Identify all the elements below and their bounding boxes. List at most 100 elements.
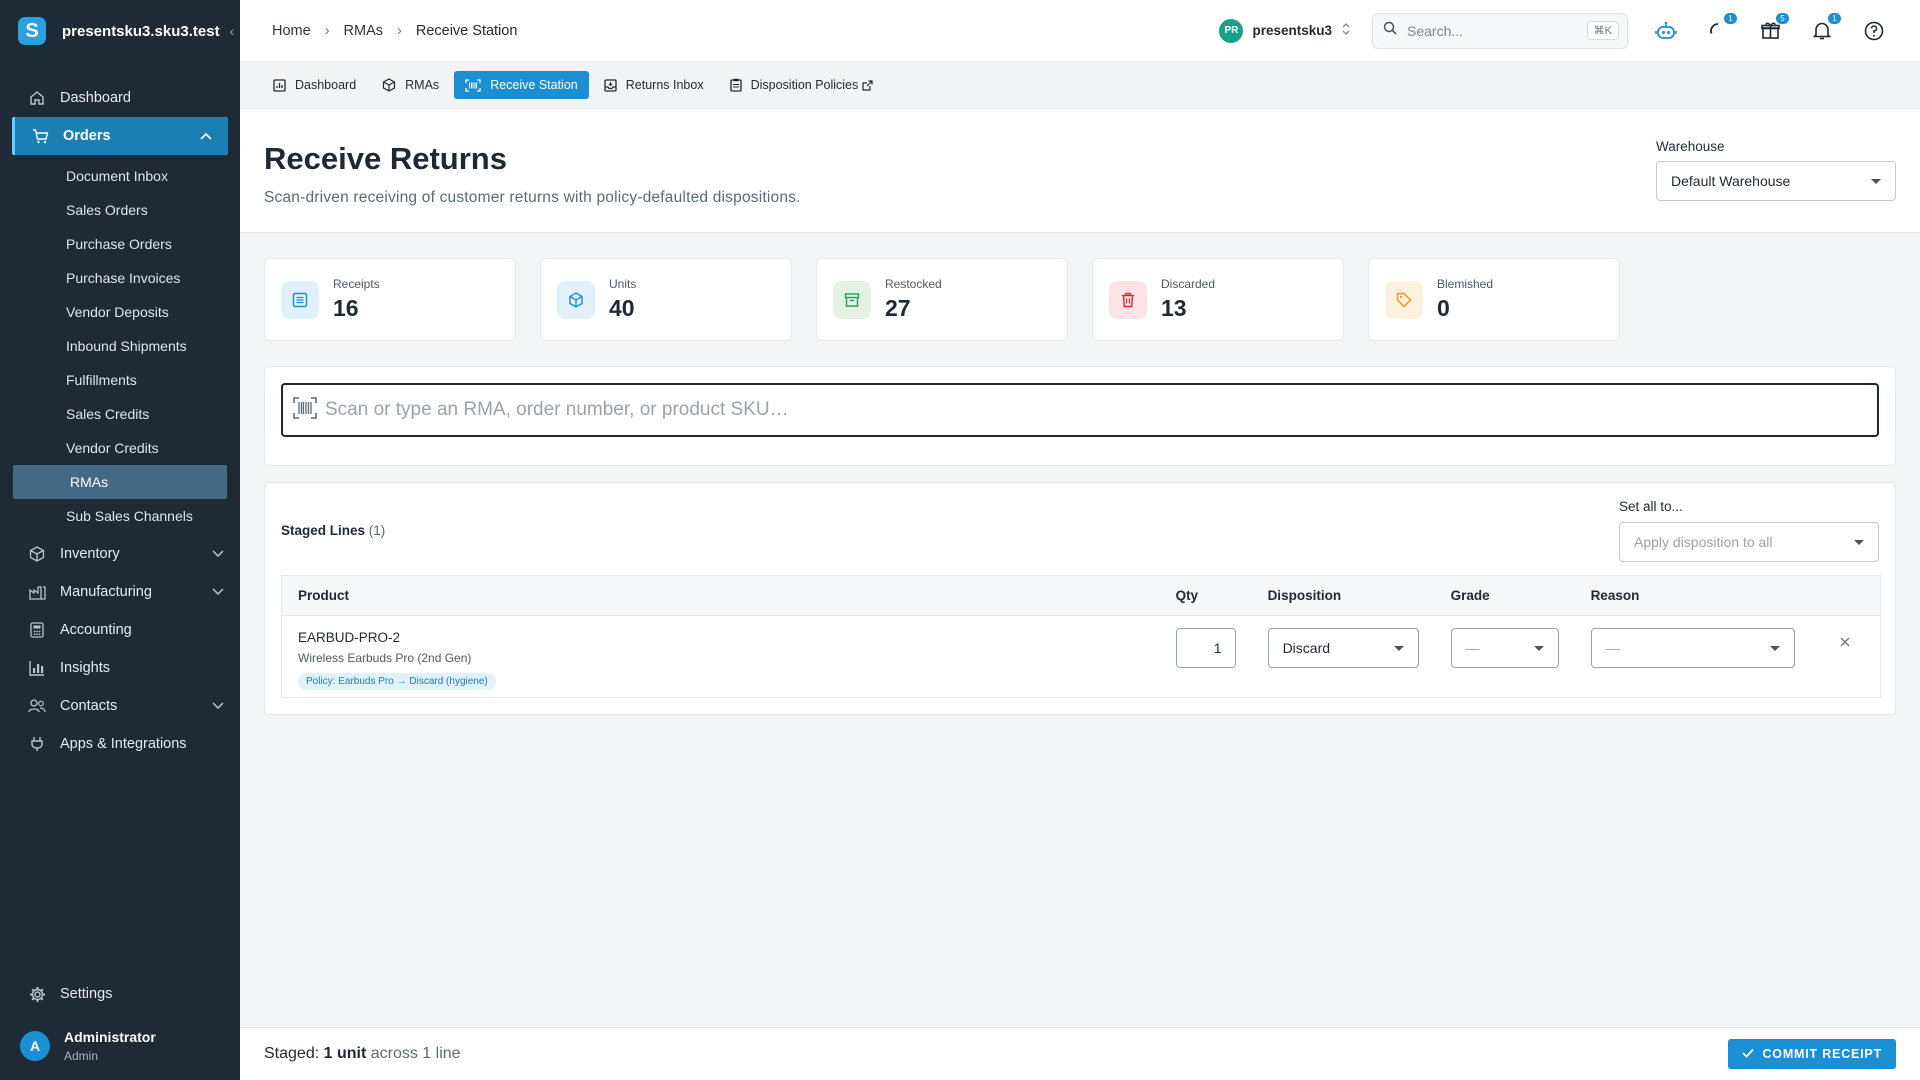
- submenu-item-document-inbox[interactable]: Document Inbox: [0, 159, 240, 193]
- dropdown-caret-icon: [1871, 178, 1881, 184]
- product-cell: EARBUD-PRO-2 Wireless Earbuds Pro (2nd G…: [282, 616, 1160, 698]
- collapse-sidebar-icon[interactable]: ‹: [229, 23, 234, 39]
- scan-card: [264, 366, 1896, 466]
- stat-card-units: Units 40: [540, 258, 792, 341]
- app-logo[interactable]: S: [18, 17, 46, 45]
- reason-select[interactable]: —: [1590, 628, 1795, 668]
- submenu-item-purchase-invoices[interactable]: Purchase Invoices: [0, 261, 240, 295]
- product-name: Wireless Earbuds Pro (2nd Gen): [298, 651, 472, 665]
- sidebar-item-accounting[interactable]: Accounting: [0, 611, 240, 649]
- user-name: Administrator: [64, 1029, 156, 1045]
- tab-receive-station[interactable]: Receive Station: [454, 71, 589, 99]
- breadcrumb-rmas[interactable]: RMAs: [344, 23, 383, 39]
- bar-chart-icon: [28, 659, 46, 677]
- sidebar-item-label: Inventory: [60, 546, 120, 562]
- org-switcher[interactable]: PR presentsku3: [1219, 18, 1350, 43]
- staged-summary: Staged: 1 unit across 1 line: [264, 1045, 461, 1063]
- chevron-up-icon: [200, 128, 212, 144]
- staged-prefix: Staged:: [264, 1045, 320, 1062]
- gift-icon[interactable]: 5: [1756, 12, 1789, 45]
- breadcrumb: Home › RMAs › Receive Station: [272, 23, 517, 39]
- close-icon[interactable]: [1827, 634, 1864, 652]
- tasks-spinner-icon[interactable]: 1: [1704, 12, 1737, 45]
- commit-receipt-button[interactable]: COMMIT RECEIPT: [1728, 1039, 1896, 1069]
- sidebar-item-orders[interactable]: Orders: [12, 117, 228, 155]
- chevron-updown-icon: [1342, 23, 1350, 38]
- submenu-item-sales-credits[interactable]: Sales Credits: [0, 397, 240, 431]
- qty-input[interactable]: 1: [1175, 628, 1236, 668]
- stat-label: Units: [609, 277, 637, 291]
- sidebar-item-inventory[interactable]: Inventory: [0, 535, 240, 573]
- sidebar-item-apps-integrations[interactable]: Apps & Integrations: [0, 725, 240, 763]
- submenu-item-sales-orders[interactable]: Sales Orders: [0, 193, 240, 227]
- stat-text: Discarded 13: [1161, 277, 1215, 322]
- sidebar-item-insights[interactable]: Insights: [0, 649, 240, 687]
- stat-text: Restocked 27: [885, 277, 942, 322]
- workspace-name[interactable]: presentsku3.sku3.test: [62, 23, 220, 40]
- orders-submenu: Document Inbox Sales Orders Purchase Ord…: [0, 159, 240, 533]
- grade-cell: —: [1435, 616, 1575, 698]
- stat-label: Blemished: [1437, 277, 1494, 291]
- calculator-icon: [28, 621, 46, 639]
- grade-value: —: [1465, 640, 1480, 656]
- commit-label: COMMIT RECEIPT: [1762, 1047, 1882, 1061]
- sidebar-item-label: Manufacturing: [60, 584, 152, 600]
- user-menu[interactable]: A Administrator Admin: [0, 1012, 240, 1080]
- clipboard-icon: [729, 78, 742, 92]
- disposition-cell: Discard: [1252, 616, 1435, 698]
- scan-input[interactable]: [325, 399, 1525, 421]
- tab-returns-inbox[interactable]: Returns Inbox: [593, 71, 715, 99]
- col-qty: Qty: [1159, 575, 1252, 616]
- disposition-select[interactable]: Discard: [1267, 628, 1419, 668]
- dashboard-icon: [273, 78, 286, 92]
- sidebar-item-dashboard[interactable]: Dashboard: [0, 79, 240, 117]
- ai-assistant-icon[interactable]: [1652, 17, 1680, 45]
- tab-rmas[interactable]: RMAs: [371, 71, 450, 99]
- grade-select[interactable]: —: [1450, 628, 1559, 668]
- chevron-right-icon: ›: [324, 22, 330, 39]
- submenu-item-vendor-credits[interactable]: Vendor Credits: [0, 431, 240, 465]
- stat-value: 16: [333, 295, 359, 321]
- sidebar-item-contacts[interactable]: Contacts: [0, 687, 240, 725]
- dropdown-caret-icon: [1854, 539, 1864, 545]
- staged-title-text: Staged Lines: [281, 523, 366, 538]
- warehouse-label: Warehouse: [1656, 139, 1725, 154]
- tab-dashboard[interactable]: Dashboard: [262, 71, 367, 99]
- sidebar-item-label: Insights: [60, 660, 110, 676]
- stat-text: Receipts 16: [333, 277, 380, 322]
- policy-badge: Policy: Earbuds Pro → Discard (hygiene): [298, 673, 496, 690]
- sidebar-header: S presentsku3.sku3.test ‹: [0, 0, 240, 62]
- bell-icon[interactable]: 1: [1808, 12, 1841, 45]
- submenu-item-vendor-deposits[interactable]: Vendor Deposits: [0, 295, 240, 329]
- global-search[interactable]: ⌘K: [1372, 12, 1628, 49]
- barcode-icon: [293, 396, 317, 424]
- submenu-item-inbound-shipments[interactable]: Inbound Shipments: [0, 329, 240, 363]
- submenu-item-fulfillments[interactable]: Fulfillments: [0, 363, 240, 397]
- breadcrumb-home[interactable]: Home: [272, 23, 311, 39]
- set-all-select[interactable]: Apply disposition to all: [1619, 522, 1879, 562]
- help-icon[interactable]: [1860, 17, 1888, 45]
- sidebar-item-label: Contacts: [60, 698, 118, 714]
- dropdown-caret-icon: [1533, 645, 1544, 651]
- cart-icon: [31, 127, 49, 145]
- disposition-value: Discard: [1282, 640, 1331, 656]
- tab-disposition-policies[interactable]: Disposition Policies: [719, 71, 885, 99]
- warehouse-select[interactable]: Default Warehouse: [1656, 161, 1896, 201]
- submenu-item-purchase-orders[interactable]: Purchase Orders: [0, 227, 240, 261]
- barcode-scan-icon: [465, 78, 481, 92]
- stat-value: 40: [609, 295, 635, 321]
- contacts-icon: [28, 697, 46, 715]
- set-all-disposition: Set all to... Apply disposition to all: [1619, 499, 1879, 562]
- check-icon: [1742, 1047, 1755, 1061]
- user-role: Admin: [64, 1049, 99, 1063]
- submenu-item-sub-sales-channels[interactable]: Sub Sales Channels: [0, 499, 240, 533]
- search-input[interactable]: [1407, 22, 1567, 39]
- stat-label: Discarded: [1161, 277, 1216, 291]
- sidebar-item-settings[interactable]: Settings: [0, 975, 240, 1013]
- scan-field[interactable]: [281, 383, 1879, 437]
- submenu-item-rmas[interactable]: RMAs: [13, 465, 227, 499]
- avatar: A: [20, 1031, 50, 1061]
- sidebar-item-manufacturing[interactable]: Manufacturing: [0, 573, 240, 611]
- stat-text: Blemished 0: [1437, 277, 1493, 322]
- breadcrumb-current: Receive Station: [415, 22, 518, 39]
